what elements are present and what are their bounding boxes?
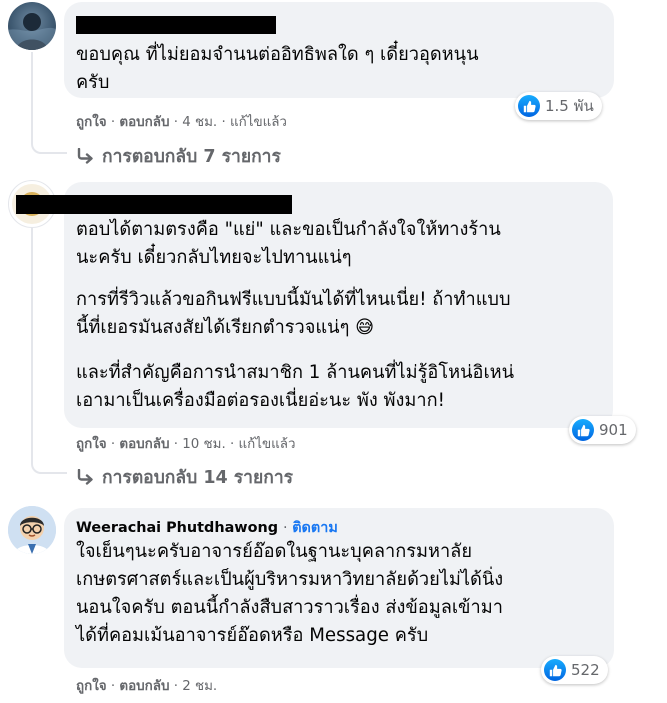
view-replies-button[interactable]: การตอบกลับ 7 รายการ: [76, 142, 281, 170]
comment-text: การที่รีวิวแล้วขอกินฟรีแบบนี้มันได้ที่ไห…: [76, 289, 511, 338]
reaction-count[interactable]: 522: [541, 656, 608, 684]
avatar[interactable]: [8, 2, 56, 50]
like-link[interactable]: ถูกใจ: [76, 679, 107, 694]
reaction-count-label: 901: [599, 421, 628, 439]
like-icon: [572, 419, 594, 441]
reply-arrow-icon: [77, 469, 93, 485]
reply-link[interactable]: ตอบกลับ: [119, 679, 169, 694]
like-icon: [518, 95, 540, 117]
timestamp[interactable]: 4 ชม.: [182, 115, 217, 130]
separator: ·: [283, 520, 293, 536]
timestamp[interactable]: 2 ชม.: [182, 679, 217, 694]
separator: ·: [173, 437, 183, 452]
thread-connector: [31, 52, 67, 154]
avatar[interactable]: [8, 506, 56, 554]
avatar-photo: [8, 13, 56, 50]
separator: ·: [173, 679, 183, 694]
redacted-author-name: [16, 195, 292, 214]
timestamp[interactable]: 10 ชม.: [182, 437, 225, 452]
comment-text: ใจเย็นๆนะครับอาจารย์อ๊อดในฐานะบุคลากรมหา…: [76, 541, 504, 646]
reaction-count[interactable]: 1.5 พัน: [515, 92, 602, 120]
like-icon: [544, 659, 566, 681]
view-replies-button[interactable]: การตอบกลับ 14 รายการ: [76, 463, 293, 491]
edited-label: แก้ไขแล้ว: [229, 115, 287, 130]
comment-author: Weerachai Phutdhawong · ติดตาม: [76, 516, 338, 539]
reply-arrow-icon: [77, 148, 93, 164]
author-name[interactable]: Weerachai Phutdhawong: [76, 520, 278, 536]
reaction-count[interactable]: 901: [569, 416, 636, 444]
like-link[interactable]: ถูกใจ: [76, 437, 107, 452]
comment-actions: ถูกใจ · ตอบกลับ · 10 ชม. · แก้ไขแล้ว: [76, 433, 295, 454]
redacted-author-name: [76, 16, 276, 34]
separator: ·: [221, 115, 230, 130]
comment-actions: ถูกใจ · ตอบกลับ · 2 ชม.: [76, 675, 217, 696]
reaction-count-label: 1.5 พัน: [545, 97, 594, 115]
reaction-count-label: 522: [571, 661, 600, 679]
follow-button[interactable]: ติดตาม: [292, 520, 338, 536]
comment-text: และที่สำคัญคือการนำสมาชิก 1 ล้านคนที่ไม่…: [76, 362, 515, 411]
view-replies-label: การตอบกลับ 7 รายการ: [102, 147, 281, 167]
comment-text: ตอบได้ตามตรงคือ "แย่" และขอเป็นกำลังใจให…: [76, 219, 501, 268]
view-replies-label: การตอบกลับ 14 รายการ: [102, 468, 294, 488]
avatar-cartoon: [8, 506, 56, 554]
thread-connector: [31, 224, 67, 474]
edited-label: แก้ไขแล้ว: [238, 437, 296, 452]
like-link[interactable]: ถูกใจ: [76, 115, 107, 130]
reply-link[interactable]: ตอบกลับ: [119, 437, 169, 452]
separator: ·: [173, 115, 183, 130]
comment-actions: ถูกใจ · ตอบกลับ · 4 ชม. · แก้ไขแล้ว: [76, 111, 287, 132]
reply-link[interactable]: ตอบกลับ: [119, 115, 169, 130]
comment-text: ขอบคุณ ที่ไม่ยอมจำนนต่ออิทธิพลใด ๆ เดี๋ย…: [76, 44, 479, 93]
